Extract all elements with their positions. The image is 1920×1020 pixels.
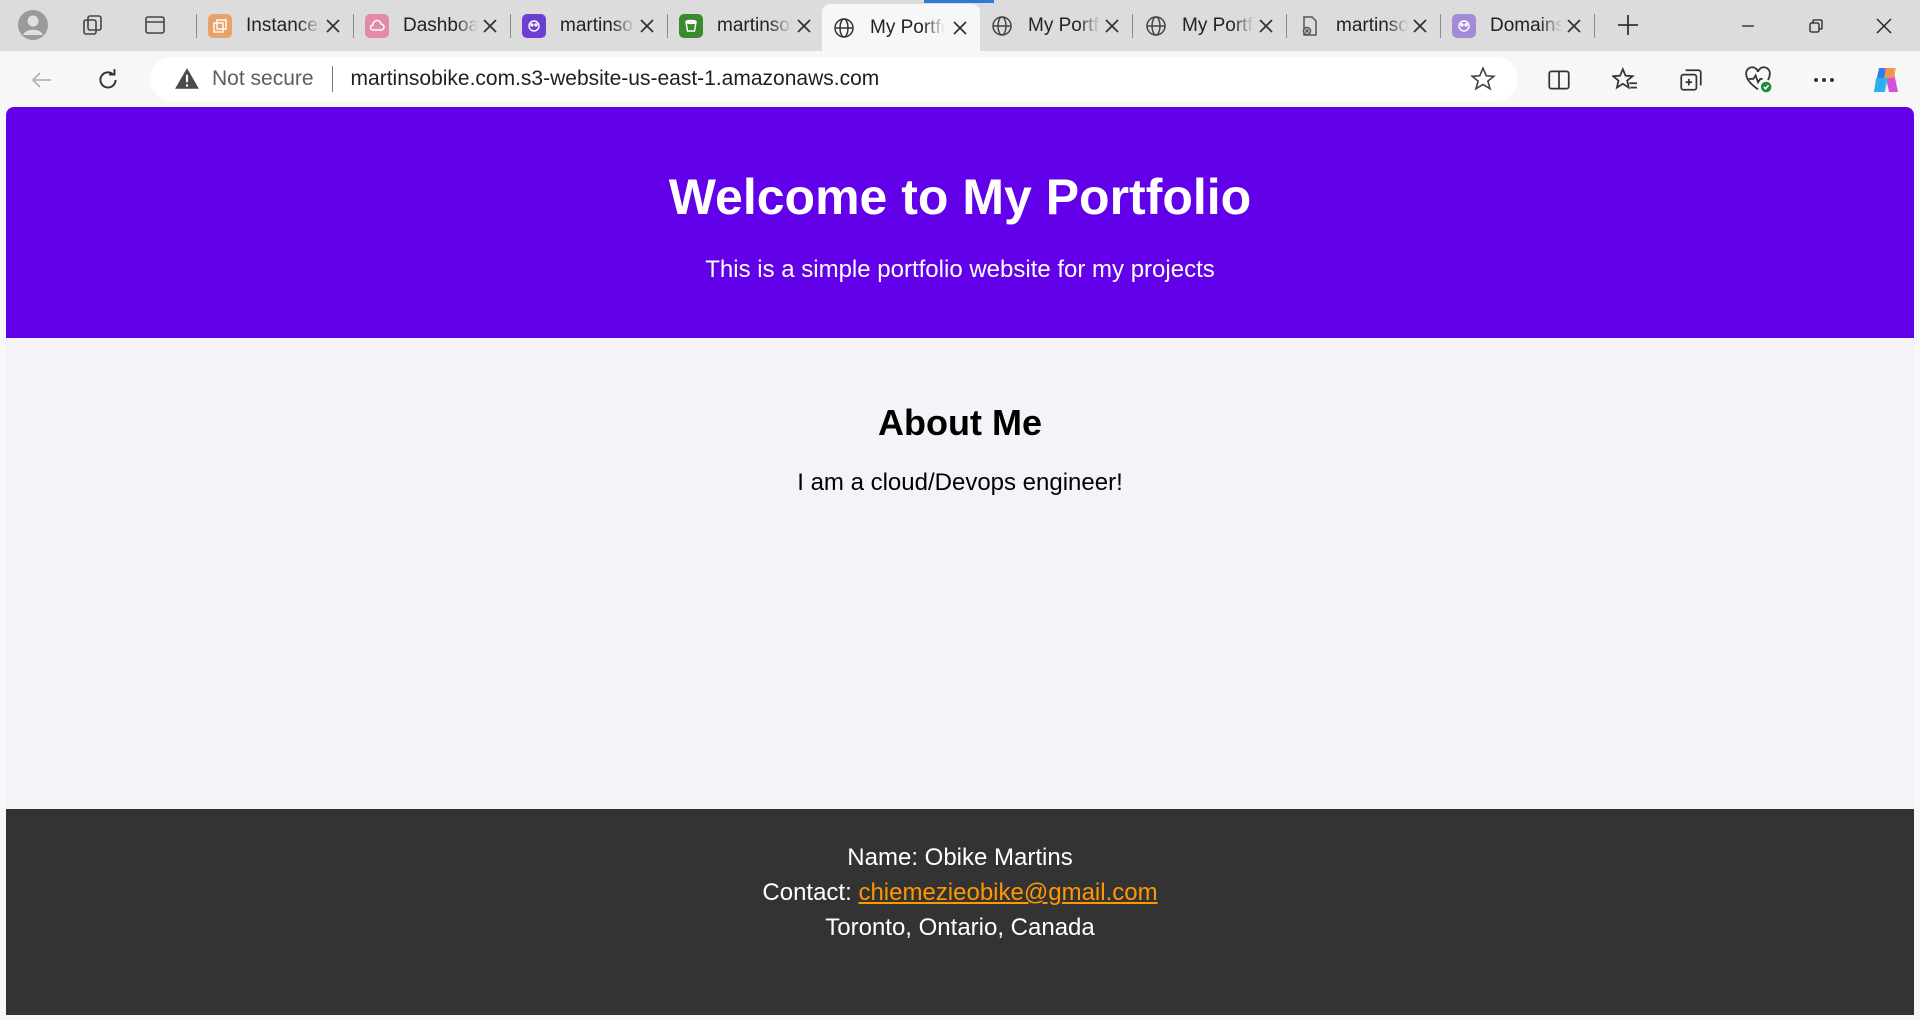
globe-icon <box>832 16 856 40</box>
address-divider <box>331 66 333 92</box>
url-text[interactable]: martinsobike.com.s3-website-us-east-1.am… <box>351 67 880 91</box>
tab-separator <box>1594 14 1595 38</box>
warning-icon[interactable] <box>174 66 200 92</box>
tab-title: My Portfolio <box>870 16 945 38</box>
favorite-star-icon[interactable] <box>1470 66 1496 92</box>
tab-actions-button[interactable] <box>134 4 176 46</box>
tab-dashboard[interactable]: Dashboard <box>355 6 510 45</box>
back-button[interactable] <box>21 59 63 101</box>
page-viewport: Welcome to My Portfolio This is a simple… <box>6 107 1914 1015</box>
copilot-button[interactable] <box>1865 59 1907 101</box>
copilot-icon <box>1874 68 1898 92</box>
tab-my-portfolio[interactable]: My Portfolio <box>980 6 1132 45</box>
tab-my-portfolio-active[interactable]: My Portfolio <box>822 4 980 51</box>
globe-icon <box>1144 14 1168 38</box>
close-icon[interactable] <box>639 18 655 34</box>
contact-label: Contact: <box>762 879 859 906</box>
tab-separator <box>510 14 511 38</box>
tab-martinsobike-error[interactable]: martinsobike <box>1288 6 1440 45</box>
cloud-icon <box>365 13 389 38</box>
workspaces-icon <box>83 15 102 35</box>
tab-instances[interactable]: Instances <box>198 6 353 45</box>
refresh-button[interactable] <box>87 59 129 101</box>
security-status-label[interactable]: Not secure <box>212 67 314 91</box>
globe-icon <box>990 14 1014 38</box>
aws-s3-icon <box>679 13 703 38</box>
tab-separator <box>1132 14 1133 38</box>
tab-separator <box>1286 14 1287 38</box>
close-icon[interactable] <box>482 18 498 34</box>
email-link[interactable]: chiemezieobike@gmail.com <box>858 879 1157 906</box>
close-window-button[interactable] <box>1850 0 1918 51</box>
minimize-icon <box>1742 24 1754 27</box>
tab-title: martinsobike <box>560 14 635 36</box>
tab-title: martinsobike <box>1336 14 1408 36</box>
back-arrow-icon <box>31 72 51 88</box>
collections-icon <box>1680 69 1702 91</box>
tab-title: Instances <box>246 14 321 36</box>
close-icon[interactable] <box>796 18 812 34</box>
browser-essentials-button[interactable] <box>1737 59 1779 101</box>
footer-name: Name: Obike Martins <box>847 844 1073 871</box>
tab-strip: Instances Dashboard martinsobike martins… <box>0 0 1920 51</box>
address-bar[interactable]: Not secure martinsobike.com.s3-website-u… <box>150 57 1518 101</box>
heart-pulse-icon <box>1745 66 1772 93</box>
favorites-icon <box>1612 67 1637 90</box>
document-error-icon <box>1298 14 1322 38</box>
close-icon[interactable] <box>952 20 968 36</box>
about-heading: About Me <box>878 402 1042 443</box>
close-icon[interactable] <box>1104 18 1120 34</box>
close-icon[interactable] <box>1566 18 1582 34</box>
workspaces-button[interactable] <box>72 4 114 46</box>
close-icon[interactable] <box>1412 18 1428 34</box>
refresh-icon <box>99 69 117 89</box>
close-icon[interactable] <box>1258 18 1274 34</box>
tab-route53-martinsobike[interactable]: martinsobike <box>512 6 667 45</box>
aws-route53-icon <box>1452 13 1476 38</box>
tab-separator <box>667 14 668 38</box>
hero-header: Welcome to My Portfolio This is a simple… <box>6 107 1914 338</box>
split-screen-icon <box>1548 70 1570 90</box>
favorites-button[interactable] <box>1604 59 1646 101</box>
aws-route53-icon <box>522 13 546 38</box>
close-icon <box>1876 18 1892 33</box>
about-text: I am a cloud/Devops engineer! <box>797 469 1123 496</box>
vertical-tabs-icon <box>145 16 165 34</box>
close-icon[interactable] <box>325 18 341 34</box>
footer-location: Toronto, Ontario, Canada <box>825 914 1095 941</box>
tab-title: martinsobike <box>717 14 792 36</box>
tab-loading-indicator <box>924 0 994 3</box>
collections-button[interactable] <box>1670 59 1712 101</box>
split-screen-button[interactable] <box>1538 59 1580 101</box>
page-footer: Name: Obike Martins Contact: chiemezieob… <box>6 809 1914 1015</box>
footer-contact: Contact: chiemezieobike@gmail.com <box>6 878 1914 908</box>
restore-icon <box>1809 18 1823 33</box>
page-subtitle: This is a simple portfolio website for m… <box>705 256 1215 283</box>
browser-toolbar: Not secure martinsobike.com.s3-website-u… <box>0 51 1920 107</box>
tab-title: My Portfolio <box>1028 14 1100 36</box>
tab-title: Dashboard <box>403 14 478 36</box>
tab-separator <box>1440 14 1441 38</box>
new-tab-button[interactable] <box>1607 4 1649 46</box>
tab-my-portfolio[interactable]: My Portfolio <box>1134 6 1286 45</box>
minimize-button[interactable] <box>1714 0 1782 51</box>
tab-domains[interactable]: Domains <box>1442 6 1594 45</box>
more-horizontal-icon <box>1814 78 1834 82</box>
profile-button[interactable] <box>12 4 54 46</box>
avatar-icon <box>18 10 48 40</box>
settings-more-button[interactable] <box>1803 59 1845 101</box>
plus-icon <box>1618 15 1638 35</box>
aws-ec2-icon <box>208 13 232 38</box>
restore-button[interactable] <box>1782 0 1850 51</box>
about-section: About Me I am a cloud/Devops engineer! <box>6 338 1914 809</box>
tab-separator <box>196 14 197 38</box>
tab-title: Domains <box>1490 14 1562 36</box>
tab-s3-martinsobike[interactable]: martinsobike <box>669 6 824 45</box>
tab-title: My Portfolio <box>1182 14 1254 36</box>
page-title: Welcome to My Portfolio <box>668 169 1252 225</box>
tab-separator <box>353 14 354 38</box>
